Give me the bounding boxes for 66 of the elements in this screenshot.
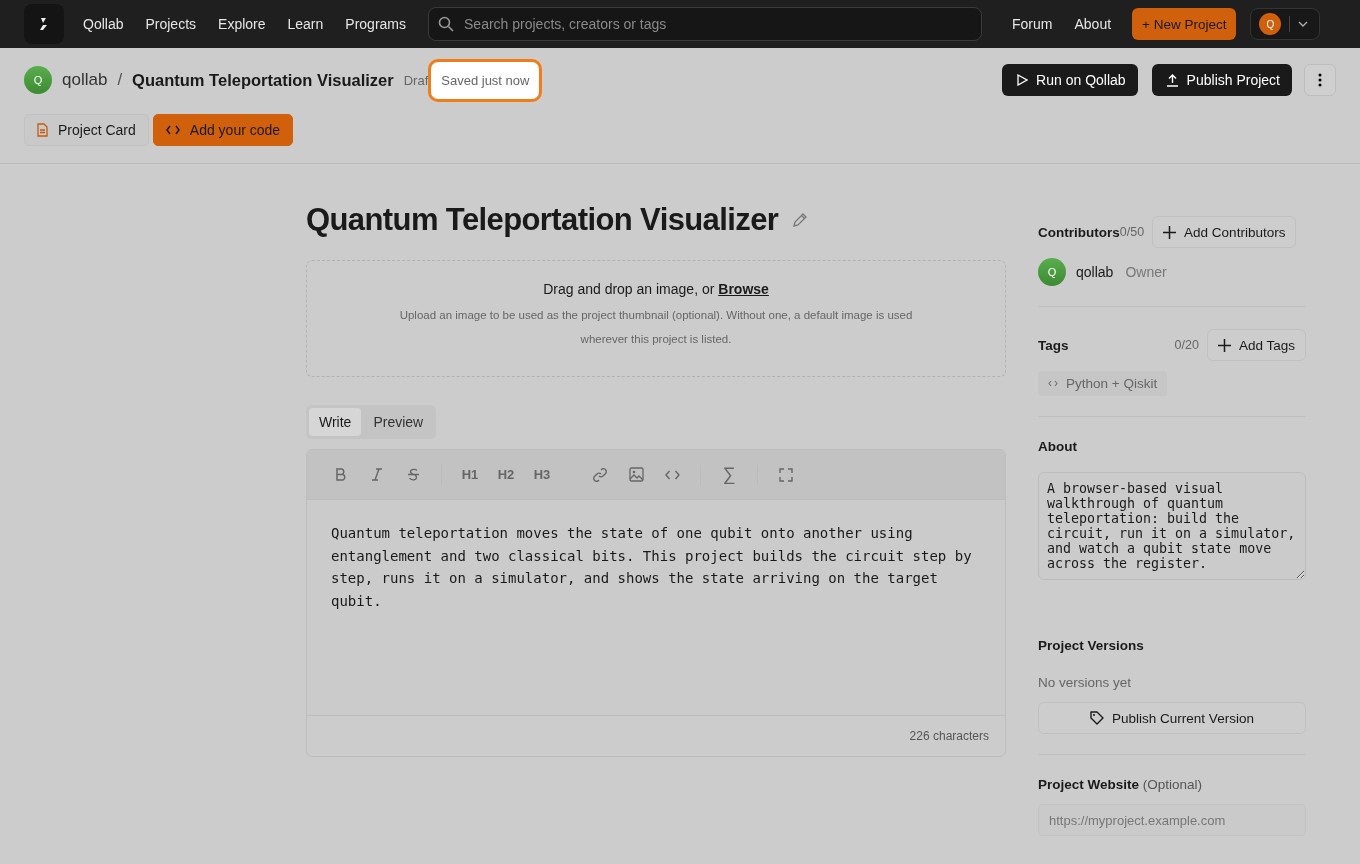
section-title: Tags [1038, 337, 1069, 353]
character-count: 226 characters [909, 729, 989, 743]
nav-link[interactable]: Explore [207, 16, 277, 32]
tag-icon [1090, 711, 1105, 725]
section-title: Project Website (Optional) [1038, 777, 1204, 792]
publish-version-button[interactable]: Publish Current Version [1038, 702, 1306, 734]
section-title: About [1038, 439, 1078, 454]
section-title: Project Versions [1038, 638, 1145, 653]
nav-link[interactable]: Learn [276, 16, 335, 32]
code-icon [165, 125, 180, 135]
fullscreen-icon [779, 467, 793, 482]
owner-link[interactable]: qollab [62, 70, 108, 90]
new-project-button[interactable]: + New Project [1132, 8, 1237, 40]
publish-button[interactable]: Publish Project [1151, 64, 1292, 96]
editor-tab[interactable]: Write [309, 408, 362, 436]
page-tab[interactable]: Project Card [24, 114, 149, 146]
contributor-name: qollab [1076, 264, 1114, 280]
status-label: Draf [403, 72, 429, 88]
brand-link[interactable]: Qollab [72, 16, 135, 32]
bold-icon [335, 468, 347, 481]
page-tab[interactable]: Add your code [152, 114, 294, 146]
play-icon [1016, 74, 1029, 86]
code-icon [1048, 380, 1058, 387]
versions-empty-text: No versions yet [1038, 675, 1133, 690]
upload-icon [1165, 73, 1179, 87]
logo-icon[interactable] [24, 4, 64, 44]
nav-link[interactable]: About [1063, 16, 1123, 32]
user-avatar: Q [1259, 13, 1282, 35]
nav-link[interactable]: Projects [134, 16, 208, 32]
about-field[interactable]: A browser-based visual walkthrough of quantum teleportation: build the circuit, run it on a simulator, and watch a qubit state move across the register. [1038, 472, 1306, 580]
tag-count: 0/20 [1174, 338, 1199, 352]
dropzone-hint: Upload an image to be used as the project thumbnail (optional). Without one, a default image is used wherever this project is listed. [398, 308, 914, 347]
browse-link[interactable]: Browse [718, 281, 769, 297]
add-tags-button[interactable]: Add Tags [1206, 329, 1306, 361]
contributor-avatar: Q [1038, 258, 1066, 286]
pencil-icon[interactable] [792, 212, 809, 228]
italic-icon [371, 468, 383, 481]
code-icon [664, 469, 680, 480]
chevron-down-icon [1298, 21, 1309, 27]
contributor-role: Owner [1125, 264, 1167, 280]
contributor-count: 0/50 [1119, 225, 1145, 239]
nav-link[interactable]: Forum [1001, 16, 1064, 32]
owner-avatar: Q [24, 66, 52, 94]
strikethrough-icon [406, 468, 420, 481]
project-title: Quantum Teleportation Visualizer [132, 70, 394, 90]
nav-link[interactable]: Programs [334, 16, 417, 32]
editor-tab[interactable]: Preview [363, 408, 434, 436]
account-menu[interactable]: Q [1250, 8, 1321, 40]
search-icon [438, 16, 454, 32]
link-icon [592, 466, 608, 483]
plus-icon [1163, 225, 1177, 239]
plus-icon [1217, 338, 1231, 352]
dropzone-prompt: Drag and drop an image, or Browse [542, 281, 770, 297]
breadcrumb-separator: / [117, 70, 123, 90]
run-button[interactable]: Run on Qollab [1002, 64, 1138, 96]
project-heading: Quantum Teleportation Visualizer [306, 202, 779, 238]
add-contributors-button[interactable]: Add Contributors [1152, 216, 1297, 248]
website-field[interactable]: https://myproject.example.com [1038, 804, 1306, 836]
image-icon [628, 467, 644, 482]
section-title: Contributors [1038, 224, 1120, 240]
more-icon [1318, 73, 1322, 87]
document-icon [37, 123, 48, 137]
saved-toast: Saved just now [428, 58, 543, 102]
search-field[interactable]: Search projects, creators or tags [428, 7, 982, 41]
image-dropzone[interactable]: Drag and drop an image, or Browse Upload an image to be used as the project thumbnail (optional). Without one, a default image is used wherever this project is listed. [306, 260, 1006, 377]
more-button[interactable] [1304, 64, 1336, 96]
